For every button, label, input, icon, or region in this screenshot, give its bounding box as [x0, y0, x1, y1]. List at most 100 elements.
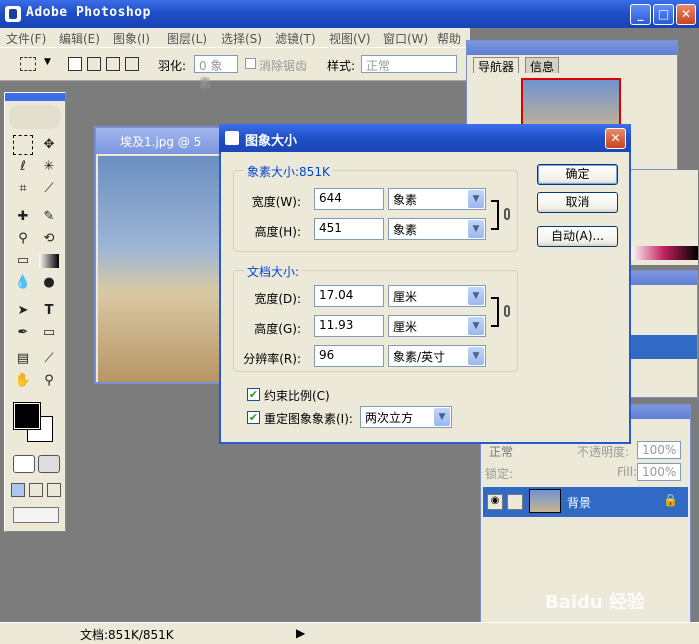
move-tool-icon[interactable]: ✥: [39, 135, 59, 155]
menu-bar: 文件(F) 编辑(E) 图象(I) 图层(L) 选择(S) 滤镜(T) 视图(V…: [0, 28, 470, 61]
type-tool-icon[interactable]: T: [39, 301, 59, 321]
history-state-selected[interactable]: [631, 335, 697, 359]
slice-tool-icon[interactable]: ⟋: [39, 179, 59, 199]
ok-button[interactable]: 确定: [537, 164, 618, 185]
constrain-proportions-checkbox[interactable]: ✔: [247, 388, 260, 401]
healing-brush-icon[interactable]: ✚: [13, 207, 33, 227]
foreground-color-swatch[interactable]: [13, 402, 41, 430]
menu-layer[interactable]: 图层(L): [167, 30, 207, 47]
jump-to-imageready-icon[interactable]: [13, 507, 59, 523]
chain-link-icon: [504, 305, 510, 317]
menu-file[interactable]: 文件(F): [6, 30, 46, 47]
tool-preset-arrow-icon[interactable]: ▼: [44, 57, 51, 67]
screen-mode-full-icon[interactable]: [47, 483, 61, 497]
watermark: Baidu 经验: [545, 592, 646, 613]
chevron-down-icon: ▼: [468, 317, 484, 335]
chevron-down-icon: ▼: [434, 408, 450, 426]
eyedropper-tool-icon[interactable]: ⟋: [39, 349, 59, 369]
shape-tool-icon[interactable]: ▭: [39, 323, 59, 343]
pixel-height-input[interactable]: 451: [314, 218, 384, 240]
layer-thumbnail: [529, 489, 561, 513]
pixel-width-input[interactable]: 644: [314, 188, 384, 210]
resolution-unit-select[interactable]: 象素/英寸 ▼: [388, 345, 486, 367]
status-bar: 文档:851K/851K ▶: [0, 622, 699, 644]
style-label: 样式:: [327, 59, 356, 73]
crop-tool-icon[interactable]: ⌗: [13, 179, 33, 199]
lasso-tool-icon[interactable]: ℓ: [13, 157, 33, 177]
pixel-width-unit: 象素: [393, 193, 418, 207]
doc-width-input[interactable]: 17.04: [314, 285, 384, 307]
close-button[interactable]: ✕: [676, 4, 696, 25]
dodge-tool-icon[interactable]: ●: [39, 273, 59, 293]
menu-view[interactable]: 视图(V): [329, 30, 371, 47]
opacity-input[interactable]: 100%: [637, 441, 681, 459]
toolbox: ✥ ℓ ✳ ⌗ ⟋ ✚ ✎ ⚲ ⟲ ▭ 💧 ● ➤ T ✒ ▭ ▤ ⟋ ✋ ⚲: [4, 92, 66, 532]
chevron-down-icon: ▼: [468, 287, 484, 305]
eye-visibility-icon[interactable]: ◉: [487, 494, 503, 510]
app-title-bar: Adobe Photoshop _ □ ✕: [0, 0, 699, 28]
brush-tool-icon[interactable]: ✎: [39, 207, 59, 227]
maximize-button[interactable]: □: [653, 4, 674, 25]
hand-tool-icon[interactable]: ✋: [13, 371, 33, 391]
zoom-tool-icon[interactable]: ⚲: [39, 371, 59, 391]
doc-group-label: 文档大小:: [244, 263, 303, 280]
notes-tool-icon[interactable]: ▤: [13, 349, 33, 369]
doc-size-info: 文档:851K/851K: [80, 628, 174, 642]
intersect-selection-icon[interactable]: [125, 57, 139, 71]
pixel-width-unit-select[interactable]: 象素 ▼: [388, 188, 486, 210]
antialias-label: 消除锯齿: [259, 59, 308, 73]
new-selection-icon[interactable]: [68, 57, 82, 71]
menu-image[interactable]: 图象(I): [113, 30, 150, 47]
eraser-tool-icon[interactable]: ▭: [13, 251, 33, 271]
marquee-tool-icon[interactable]: [20, 57, 36, 71]
screen-mode-full-menu-icon[interactable]: [29, 483, 43, 497]
height-label: 高度(H):: [254, 225, 301, 239]
doc-height-input[interactable]: 11.93: [314, 315, 384, 337]
menu-filter[interactable]: 滤镜(T): [275, 30, 316, 47]
screen-mode-standard-icon[interactable]: [11, 483, 25, 497]
doc-height-unit-select[interactable]: 厘米 ▼: [388, 315, 486, 337]
add-selection-icon[interactable]: [87, 57, 101, 71]
menu-select[interactable]: 选择(S): [221, 30, 262, 47]
history-brush-icon[interactable]: ⟲: [39, 229, 59, 249]
quick-mask-icon[interactable]: [38, 455, 60, 473]
cancel-button[interactable]: 取消: [537, 192, 618, 213]
resolution-input[interactable]: 96: [314, 345, 384, 367]
chevron-down-icon: ▼: [468, 347, 484, 365]
constrain-proportions-label: 约束比例(C): [264, 389, 330, 403]
antialias-checkbox[interactable]: [245, 58, 256, 69]
menu-window[interactable]: 窗口(W): [383, 30, 428, 47]
pixel-height-unit-select[interactable]: 象素 ▼: [388, 218, 486, 240]
brush-link-icon[interactable]: [507, 494, 523, 510]
menu-edit[interactable]: 编辑(E): [59, 30, 100, 47]
pen-tool-icon[interactable]: ✒: [13, 323, 33, 343]
subtract-selection-icon[interactable]: [106, 57, 120, 71]
adobe-online-icon[interactable]: [9, 105, 61, 129]
dialog-title: 图象大小: [245, 134, 298, 149]
dialog-close-button[interactable]: ✕: [605, 128, 626, 149]
path-select-tool-icon[interactable]: ➤: [13, 301, 33, 321]
doc-width-unit-select[interactable]: 厘米 ▼: [388, 285, 486, 307]
fill-input[interactable]: 100%: [637, 463, 681, 481]
standard-mode-icon[interactable]: [13, 455, 35, 473]
minimize-button[interactable]: _: [630, 4, 651, 25]
style-select[interactable]: 正常: [361, 55, 457, 73]
doc-height-unit: 厘米: [393, 320, 418, 334]
rect-marquee-tool-icon[interactable]: [13, 135, 33, 155]
resample-checkbox[interactable]: ✔: [247, 411, 260, 424]
layer-row-background[interactable]: ◉ 背景 🔒: [483, 487, 688, 517]
status-menu-arrow-icon[interactable]: ▶: [296, 626, 305, 640]
gradient-tool-icon[interactable]: [39, 254, 59, 268]
auto-button[interactable]: 自动(A)...: [537, 226, 618, 247]
stamp-tool-icon[interactable]: ⚲: [13, 229, 33, 249]
magic-wand-tool-icon[interactable]: ✳: [39, 157, 59, 177]
tab-info[interactable]: 信息: [525, 57, 560, 74]
layer-name: 背景: [567, 496, 592, 510]
resample-method-select[interactable]: 两次立方 ▼: [360, 406, 452, 428]
blend-mode-select[interactable]: 正常: [489, 443, 513, 460]
blur-tool-icon[interactable]: 💧: [13, 273, 33, 293]
tab-navigator[interactable]: 导航器: [473, 57, 520, 74]
color-ramp[interactable]: [630, 246, 698, 260]
document-image[interactable]: [98, 156, 226, 382]
feather-input[interactable]: 0 象素: [194, 55, 238, 90]
